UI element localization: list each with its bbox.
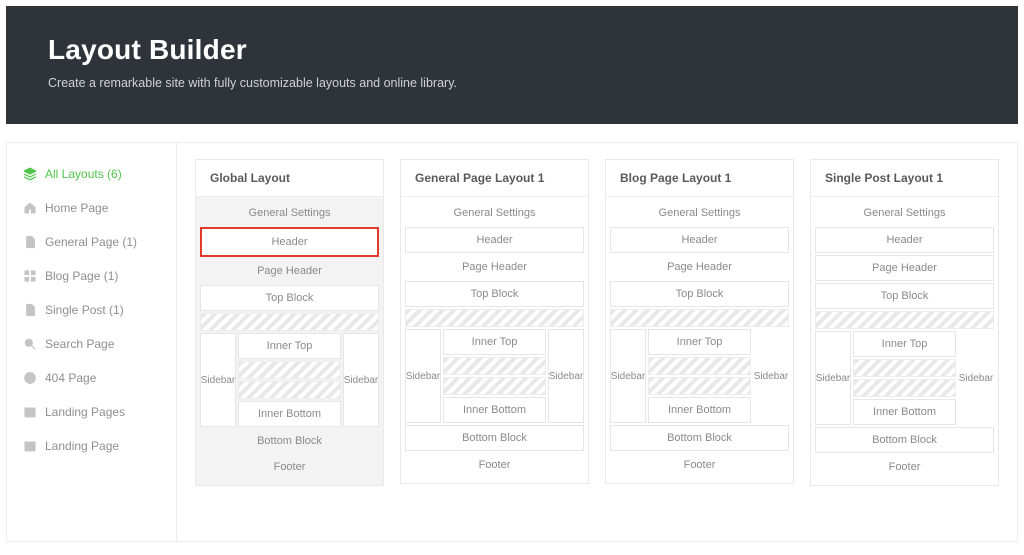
card-title: General Page Layout 1 xyxy=(401,160,588,197)
slot-page-header[interactable]: Page Header xyxy=(610,255,789,279)
slot-sidebar-left[interactable]: Sidebar xyxy=(815,331,851,425)
slot-bottom-block[interactable]: Bottom Block xyxy=(200,429,379,453)
layout-card-single-post[interactable]: Single Post Layout 1 General Settings He… xyxy=(810,159,999,486)
spacer-striped xyxy=(238,381,341,399)
file-icon xyxy=(23,235,37,249)
spacer-striped xyxy=(443,377,546,395)
layout-card-global[interactable]: Global Layout General Settings Header Pa… xyxy=(195,159,384,486)
card-body: General Settings Header Page Header Top … xyxy=(401,197,588,483)
card-title: Global Layout xyxy=(196,160,383,197)
calendar-icon xyxy=(23,405,37,419)
card-title: Single Post Layout 1 xyxy=(811,160,998,197)
slot-general-settings[interactable]: General Settings xyxy=(200,201,379,225)
slot-sidebar-left[interactable]: Sidebar xyxy=(405,329,441,423)
slot-header[interactable]: Header xyxy=(200,227,379,257)
card-body: General Settings Header Page Header Top … xyxy=(811,197,998,485)
slot-footer[interactable]: Footer xyxy=(815,455,994,479)
slot-general-settings[interactable]: General Settings xyxy=(405,201,584,225)
sidebar-label: Blog Page (1) xyxy=(45,269,118,283)
slot-inner-bottom[interactable]: Inner Bottom xyxy=(443,397,546,423)
main-panel: All Layouts (6) Home Page General Page (… xyxy=(6,142,1018,542)
sidebar-label: General Page (1) xyxy=(45,235,137,249)
slot-inner-bottom[interactable]: Inner Bottom xyxy=(238,401,341,427)
slot-general-settings[interactable]: General Settings xyxy=(610,201,789,225)
slot-header[interactable]: Header xyxy=(610,227,789,253)
slot-inner-top[interactable]: Inner Top xyxy=(238,333,341,359)
card-body: General Settings Header Page Header Top … xyxy=(196,197,383,485)
sidebar-label: Landing Pages xyxy=(45,405,125,419)
slot-bottom-block[interactable]: Bottom Block xyxy=(405,425,584,451)
spacer-striped xyxy=(200,313,379,331)
card-title: Blog Page Layout 1 xyxy=(606,160,793,197)
slot-bottom-block[interactable]: Bottom Block xyxy=(610,425,789,451)
slot-page-header[interactable]: Page Header xyxy=(405,255,584,279)
slot-sidebar-right[interactable]: Sidebar xyxy=(753,329,789,423)
slot-header[interactable]: Header xyxy=(815,227,994,253)
sidebar-item-general-page[interactable]: General Page (1) xyxy=(7,225,176,259)
page-subtitle: Create a remarkable site with fully cust… xyxy=(48,76,976,90)
spacer-striped xyxy=(648,377,751,395)
slot-top-block[interactable]: Top Block xyxy=(200,285,379,311)
layout-card-blog-page[interactable]: Blog Page Layout 1 General Settings Head… xyxy=(605,159,794,484)
slot-page-header[interactable]: Page Header xyxy=(200,259,379,283)
slot-top-block[interactable]: Top Block xyxy=(815,283,994,309)
slot-inner-top[interactable]: Inner Top xyxy=(853,331,956,357)
sidebar-label: Single Post (1) xyxy=(45,303,124,317)
spacer-striped xyxy=(648,357,751,375)
sidebar-label: 404 Page xyxy=(45,371,96,385)
globe-icon xyxy=(23,371,37,385)
slot-top-block[interactable]: Top Block xyxy=(405,281,584,307)
search-icon xyxy=(23,337,37,351)
file-icon xyxy=(23,303,37,317)
calendar-icon xyxy=(23,439,37,453)
card-body: General Settings Header Page Header Top … xyxy=(606,197,793,483)
slot-header[interactable]: Header xyxy=(405,227,584,253)
layout-grid: Global Layout General Settings Header Pa… xyxy=(177,143,1017,541)
slot-inner-bottom[interactable]: Inner Bottom xyxy=(853,399,956,425)
sidebar-label: All Layouts (6) xyxy=(45,167,122,181)
spacer-striped xyxy=(405,309,584,327)
sidebar-item-landing-page[interactable]: Landing Page xyxy=(7,429,176,463)
slot-inner-top[interactable]: Inner Top xyxy=(443,329,546,355)
slot-sidebar-left[interactable]: Sidebar xyxy=(200,333,236,427)
slot-bottom-block[interactable]: Bottom Block xyxy=(815,427,994,453)
sidebar-item-single-post[interactable]: Single Post (1) xyxy=(7,293,176,327)
sidebar-item-all-layouts[interactable]: All Layouts (6) xyxy=(7,157,176,191)
sidebar-label: Home Page xyxy=(45,201,108,215)
slot-sidebar-left[interactable]: Sidebar xyxy=(610,329,646,423)
layout-card-general-page[interactable]: General Page Layout 1 General Settings H… xyxy=(400,159,589,484)
slot-page-header[interactable]: Page Header xyxy=(815,255,994,281)
home-icon xyxy=(23,201,37,215)
layout-sidebar: All Layouts (6) Home Page General Page (… xyxy=(7,143,177,541)
slot-sidebar-right[interactable]: Sidebar xyxy=(958,331,994,425)
sidebar-item-landing-pages[interactable]: Landing Pages xyxy=(7,395,176,429)
page-title: Layout Builder xyxy=(48,34,976,66)
slot-sidebar-right[interactable]: Sidebar xyxy=(548,329,584,423)
slot-footer[interactable]: Footer xyxy=(610,453,789,477)
slot-footer[interactable]: Footer xyxy=(405,453,584,477)
spacer-striped xyxy=(610,309,789,327)
slot-general-settings[interactable]: General Settings xyxy=(815,201,994,225)
sidebar-item-404-page[interactable]: 404 Page xyxy=(7,361,176,395)
slot-footer[interactable]: Footer xyxy=(200,455,379,479)
slot-inner-top[interactable]: Inner Top xyxy=(648,329,751,355)
grid-icon xyxy=(23,269,37,283)
sidebar-item-blog-page[interactable]: Blog Page (1) xyxy=(7,259,176,293)
sidebar-label: Landing Page xyxy=(45,439,119,453)
spacer-striped xyxy=(815,311,994,329)
sidebar-label: Search Page xyxy=(45,337,114,351)
spacer-striped xyxy=(238,361,341,379)
sidebar-item-search-page[interactable]: Search Page xyxy=(7,327,176,361)
spacer-striped xyxy=(853,359,956,377)
sidebar-item-home-page[interactable]: Home Page xyxy=(7,191,176,225)
spacer-striped xyxy=(853,379,956,397)
spacer-striped xyxy=(443,357,546,375)
slot-top-block[interactable]: Top Block xyxy=(610,281,789,307)
slot-inner-bottom[interactable]: Inner Bottom xyxy=(648,397,751,423)
hero-header: Layout Builder Create a remarkable site … xyxy=(6,6,1018,124)
slot-sidebar-right[interactable]: Sidebar xyxy=(343,333,379,427)
layers-icon xyxy=(23,167,37,181)
